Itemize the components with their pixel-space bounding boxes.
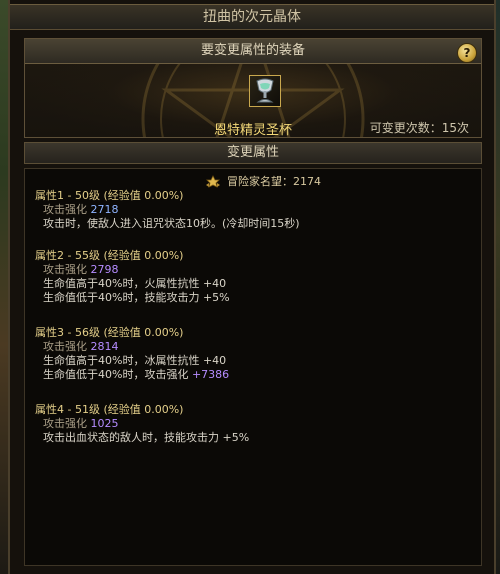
attribute-title: 属性3 - 56级 (经验值 0.00%): [35, 326, 184, 339]
attack-strength-line: 攻击强化 2718: [35, 203, 300, 217]
attack-strength-label: 攻击强化: [43, 203, 87, 216]
dimension-crystal-window: 扭曲的次元晶体 要变更属性的装备 ? 恩特精灵圣杯 可变更次数：15次 变更属性: [8, 0, 496, 574]
attack-strength-label: 攻击强化: [43, 417, 87, 430]
attribute-list-panel: 冒险家名望：2174 属性1 - 50级 (经验值 0.00%) 攻击强化 27…: [24, 168, 482, 566]
attack-strength-label: 攻击强化: [43, 263, 87, 276]
attribute-title: 属性2 - 55级 (经验值 0.00%): [35, 249, 184, 262]
attribute-1: 属性1 - 50级 (经验值 0.00%) 攻击强化 2718 攻击时，使敌人进…: [35, 189, 300, 231]
change-count: 可变更次数：15次: [369, 121, 469, 135]
attribute-effect: 攻击时，使敌人进入诅咒状态10秒。(冷却时间15秒): [43, 217, 300, 230]
attack-strength-value: 2814: [90, 340, 119, 353]
attribute-title: 属性1 - 50级 (经验值 0.00%): [35, 189, 184, 202]
equip-panel: 要变更属性的装备 ? 恩特精灵圣杯 可变更次数：15次: [24, 38, 482, 138]
attribute-effect: 生命值高于40%时，冰属性抗性 +40: [43, 354, 227, 367]
attribute-4: 属性4 - 51级 (经验值 0.00%) 攻击强化 1025 攻击出血状态的敌…: [35, 403, 249, 445]
attribute-effect: 生命值高于40%时，火属性抗性 +40: [43, 277, 227, 290]
grail-cup-icon: [256, 78, 274, 103]
attribute-2: 属性2 - 55级 (经验值 0.00%) 攻击强化 2798 生命值高于40%…: [35, 249, 230, 305]
reputation-emblem-icon: [206, 175, 220, 188]
attack-strength-line: 攻击强化 2814: [35, 340, 229, 354]
attr-section-header: 变更属性: [24, 142, 482, 164]
reputation-label: 冒险家名望：2174: [227, 175, 321, 188]
attack-strength-value: 2798: [90, 263, 119, 276]
attribute-title: 属性4 - 51级 (经验值 0.00%): [35, 403, 184, 416]
question-mark-icon[interactable]: ?: [457, 43, 477, 63]
attribute-effect: 攻击出血状态的敌人时，技能攻击力 +5%: [43, 431, 250, 444]
window-title[interactable]: 扭曲的次元晶体: [10, 4, 494, 30]
attribute-effect: 生命值低于40%时，技能攻击力 +5%: [43, 291, 230, 304]
attribute-3: 属性3 - 56级 (经验值 0.00%) 攻击强化 2814 生命值高于40%…: [35, 326, 229, 382]
attack-strength-label: 攻击强化: [43, 340, 87, 353]
equipment-slot[interactable]: [249, 75, 281, 107]
equip-header: 要变更属性的装备: [25, 39, 481, 64]
attack-strength-value: 2718: [90, 203, 119, 216]
attribute-effect-value: +7386: [191, 368, 230, 381]
attack-strength-line: 攻击强化 2798: [35, 263, 230, 277]
attribute-effect-prefix: 生命值低于40%时，攻击强化: [43, 368, 189, 381]
attack-strength-value: 1025: [90, 417, 119, 430]
attribute-effect-low: 生命值低于40%时，攻击强化 +7386: [35, 368, 229, 382]
attack-strength-line: 攻击强化 1025: [35, 417, 249, 431]
